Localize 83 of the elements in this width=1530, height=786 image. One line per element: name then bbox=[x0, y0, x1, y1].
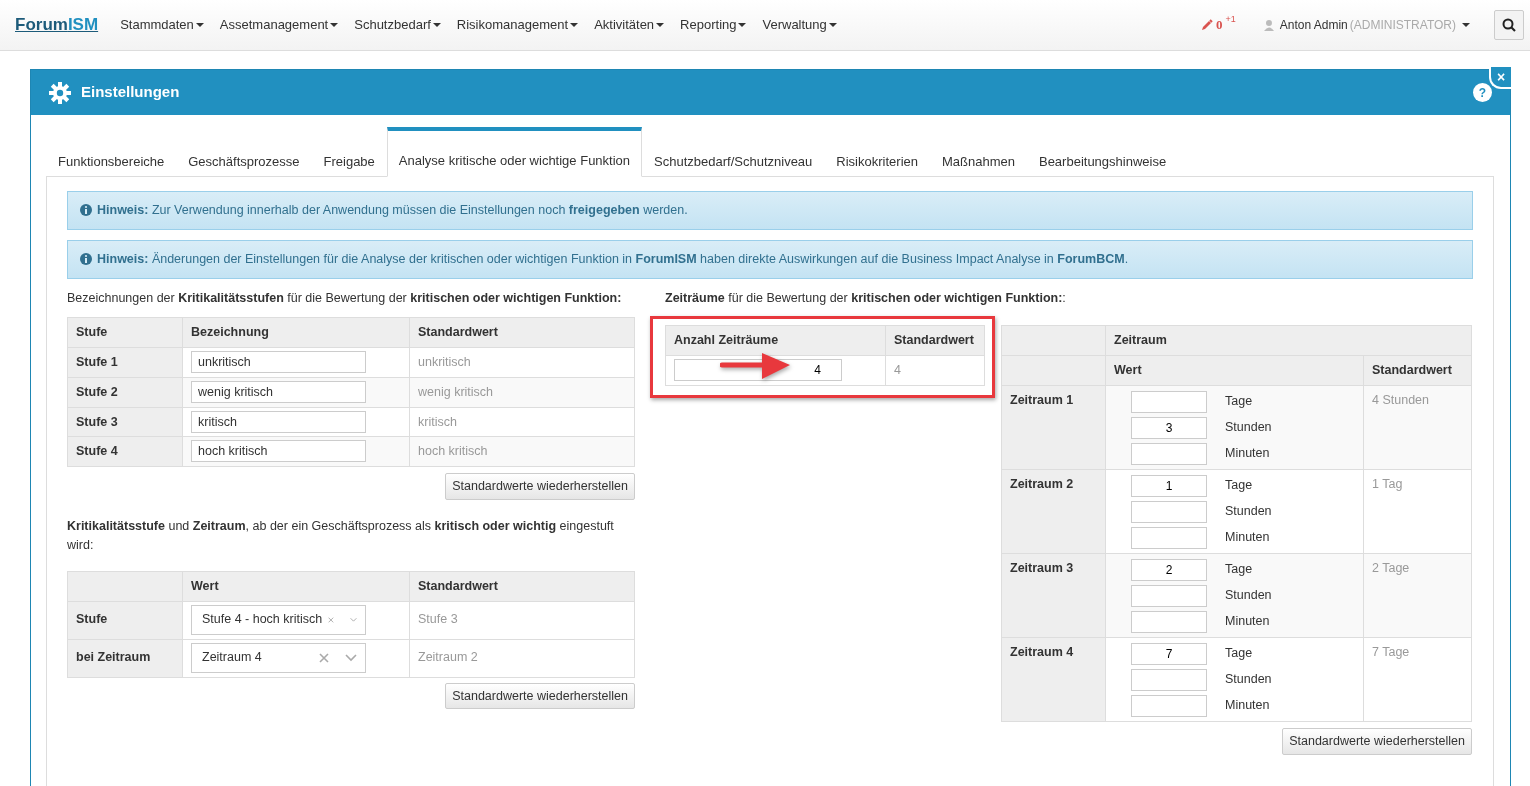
unit-label: Tage bbox=[1225, 393, 1253, 411]
default-value: wenig kritisch bbox=[409, 377, 635, 407]
notice-text: Hinweis: Änderungen der Einstellungen für die Analyse der kritischen oder wichtigen Funktion in ForumISM haben direkte Auswirkungen auf die Business Impact Analyse in ForumBCM. bbox=[97, 250, 1129, 268]
text-input[interactable]: hoch kritisch bbox=[191, 440, 366, 463]
column-header: Standardwert bbox=[409, 571, 635, 601]
column-header: Wert bbox=[182, 571, 410, 601]
default-value: kritisch bbox=[409, 407, 635, 437]
row-label: Zeitraum 3 bbox=[1001, 553, 1106, 638]
default-value: hoch kritisch bbox=[409, 436, 635, 467]
unit-label: Minuten bbox=[1225, 613, 1270, 631]
nav-menu[interactable]: Verwaltung bbox=[754, 15, 845, 35]
nav-menu[interactable]: Reporting bbox=[672, 15, 755, 35]
reset-button[interactable]: Standardwerte wiederherstellen bbox=[445, 682, 635, 710]
unit-label: Tage bbox=[1225, 561, 1253, 579]
unit-label: Minuten bbox=[1225, 445, 1270, 463]
number-input[interactable]: 2 bbox=[1131, 558, 1207, 581]
number-input[interactable]: 1 bbox=[1131, 474, 1207, 497]
unit-label: Stunden bbox=[1225, 587, 1272, 605]
row-label: Zeitraum 4 bbox=[1001, 637, 1106, 722]
default-value: 2 Tage bbox=[1363, 553, 1472, 638]
unit-label: Tage bbox=[1225, 645, 1253, 663]
row-label: Stufe bbox=[67, 601, 183, 639]
user-menu[interactable]: Anton Admin (ADMINISTRATOR) bbox=[1255, 16, 1478, 34]
row-label: Zeitraum 1 bbox=[1001, 385, 1106, 470]
section-description: Bezeichnungen der Kritikalitätsstufen für die Bewertung der kritischen oder wichtigen Funktion: bbox=[67, 289, 623, 307]
brand-logo[interactable]: ForumISM bbox=[15, 12, 99, 38]
edit-count: 0 bbox=[1215, 16, 1223, 35]
notice-text: Hinweis: Zur Verwendung innerhalb der Anwendung müssen die Einstellungen noch freigegeben werden. bbox=[97, 202, 688, 219]
row-label: Zeitraum 2 bbox=[1001, 469, 1106, 554]
nav-menu[interactable]: Stammdaten bbox=[112, 15, 212, 35]
column-header: Zeitraum bbox=[1105, 325, 1472, 356]
tab[interactable]: Maßnahmen bbox=[930, 127, 1027, 177]
default-value: 4 bbox=[885, 355, 985, 386]
reset-button[interactable]: Standardwerte wiederherstellen bbox=[445, 473, 635, 500]
tab[interactable]: Analyse kritische oder wichtige Funktion bbox=[386, 127, 643, 177]
unit-label: Tage bbox=[1225, 477, 1253, 495]
column-header: Wert bbox=[1105, 355, 1364, 386]
help-button[interactable]: ? bbox=[1473, 83, 1492, 102]
default-value: Stufe 3 bbox=[409, 601, 635, 639]
default-value: 4 Stunden bbox=[1363, 385, 1472, 470]
section-description: Zeiträume für die Bewertung der kritischen oder wichtigen Funktion:: bbox=[665, 289, 1067, 307]
column-header: Bezeichnung bbox=[182, 317, 410, 348]
unit-label: Stunden bbox=[1225, 419, 1272, 437]
number-input[interactable]: 7 bbox=[1131, 642, 1207, 665]
tab[interactable]: Geschäftsprozesse bbox=[176, 127, 312, 177]
row-label: Stufe 4 bbox=[67, 436, 183, 467]
default-value: Zeitraum 2 bbox=[409, 639, 635, 677]
select-field[interactable]: Zeitraum 4 bbox=[191, 642, 366, 673]
unit-label: Minuten bbox=[1225, 697, 1270, 715]
row-label: bei Zeitraum bbox=[67, 639, 183, 677]
tab[interactable]: Freigabe bbox=[311, 127, 387, 177]
number-input[interactable]: 3 bbox=[1131, 416, 1207, 439]
text-input[interactable]: kritisch bbox=[191, 410, 366, 433]
reset-button[interactable]: Standardwerte wiederherstellen bbox=[1282, 727, 1472, 755]
column-header: Anzahl Zeiträume bbox=[665, 325, 886, 356]
tab[interactable]: Risikokriterien bbox=[824, 127, 930, 177]
column-header: Standardwert bbox=[1363, 355, 1472, 386]
nav-menu[interactable]: Schutzbedarf bbox=[346, 15, 449, 35]
nav-menu[interactable]: Assetmanagement bbox=[211, 15, 347, 35]
unit-label: Stunden bbox=[1225, 503, 1272, 521]
close-button[interactable]: × bbox=[1489, 67, 1511, 89]
tab[interactable]: Bearbeitungshinweise bbox=[1026, 127, 1179, 177]
row-label: Stufe 3 bbox=[67, 407, 183, 437]
default-value: 1 Tag bbox=[1363, 469, 1472, 554]
column-header: Stufe bbox=[67, 317, 183, 348]
row-label: Stufe 1 bbox=[67, 347, 183, 378]
row-label: Stufe 2 bbox=[67, 377, 183, 407]
nav-menu[interactable]: Aktivitäten bbox=[586, 15, 673, 35]
select-field[interactable]: Stufe 4 - hoch kritisch bbox=[191, 604, 366, 635]
text-input[interactable]: unkritisch bbox=[191, 351, 366, 373]
default-value: 7 Tage bbox=[1363, 637, 1472, 722]
tab[interactable]: Schutzbedarf/Schutzniveau bbox=[642, 127, 825, 177]
dialog-title: Einstellungen bbox=[81, 82, 180, 103]
tab[interactable]: Funktionsbereiche bbox=[46, 127, 177, 177]
unit-label: Minuten bbox=[1225, 529, 1270, 547]
default-value: unkritisch bbox=[409, 347, 635, 378]
nav-menu[interactable]: Risikomanagement bbox=[448, 15, 587, 35]
section-description: Kritikalitätsstufe und Zeitraum, ab der ein Geschäftsprozess als kritisch oder wichtig eingestuft wird: bbox=[67, 517, 615, 554]
unit-label: Stunden bbox=[1225, 671, 1272, 689]
text-input[interactable]: wenig kritisch bbox=[191, 380, 366, 403]
column-header: Standardwert bbox=[409, 317, 635, 348]
edit-delta: +1 bbox=[1225, 13, 1236, 27]
column-header: Standardwert bbox=[885, 325, 985, 356]
